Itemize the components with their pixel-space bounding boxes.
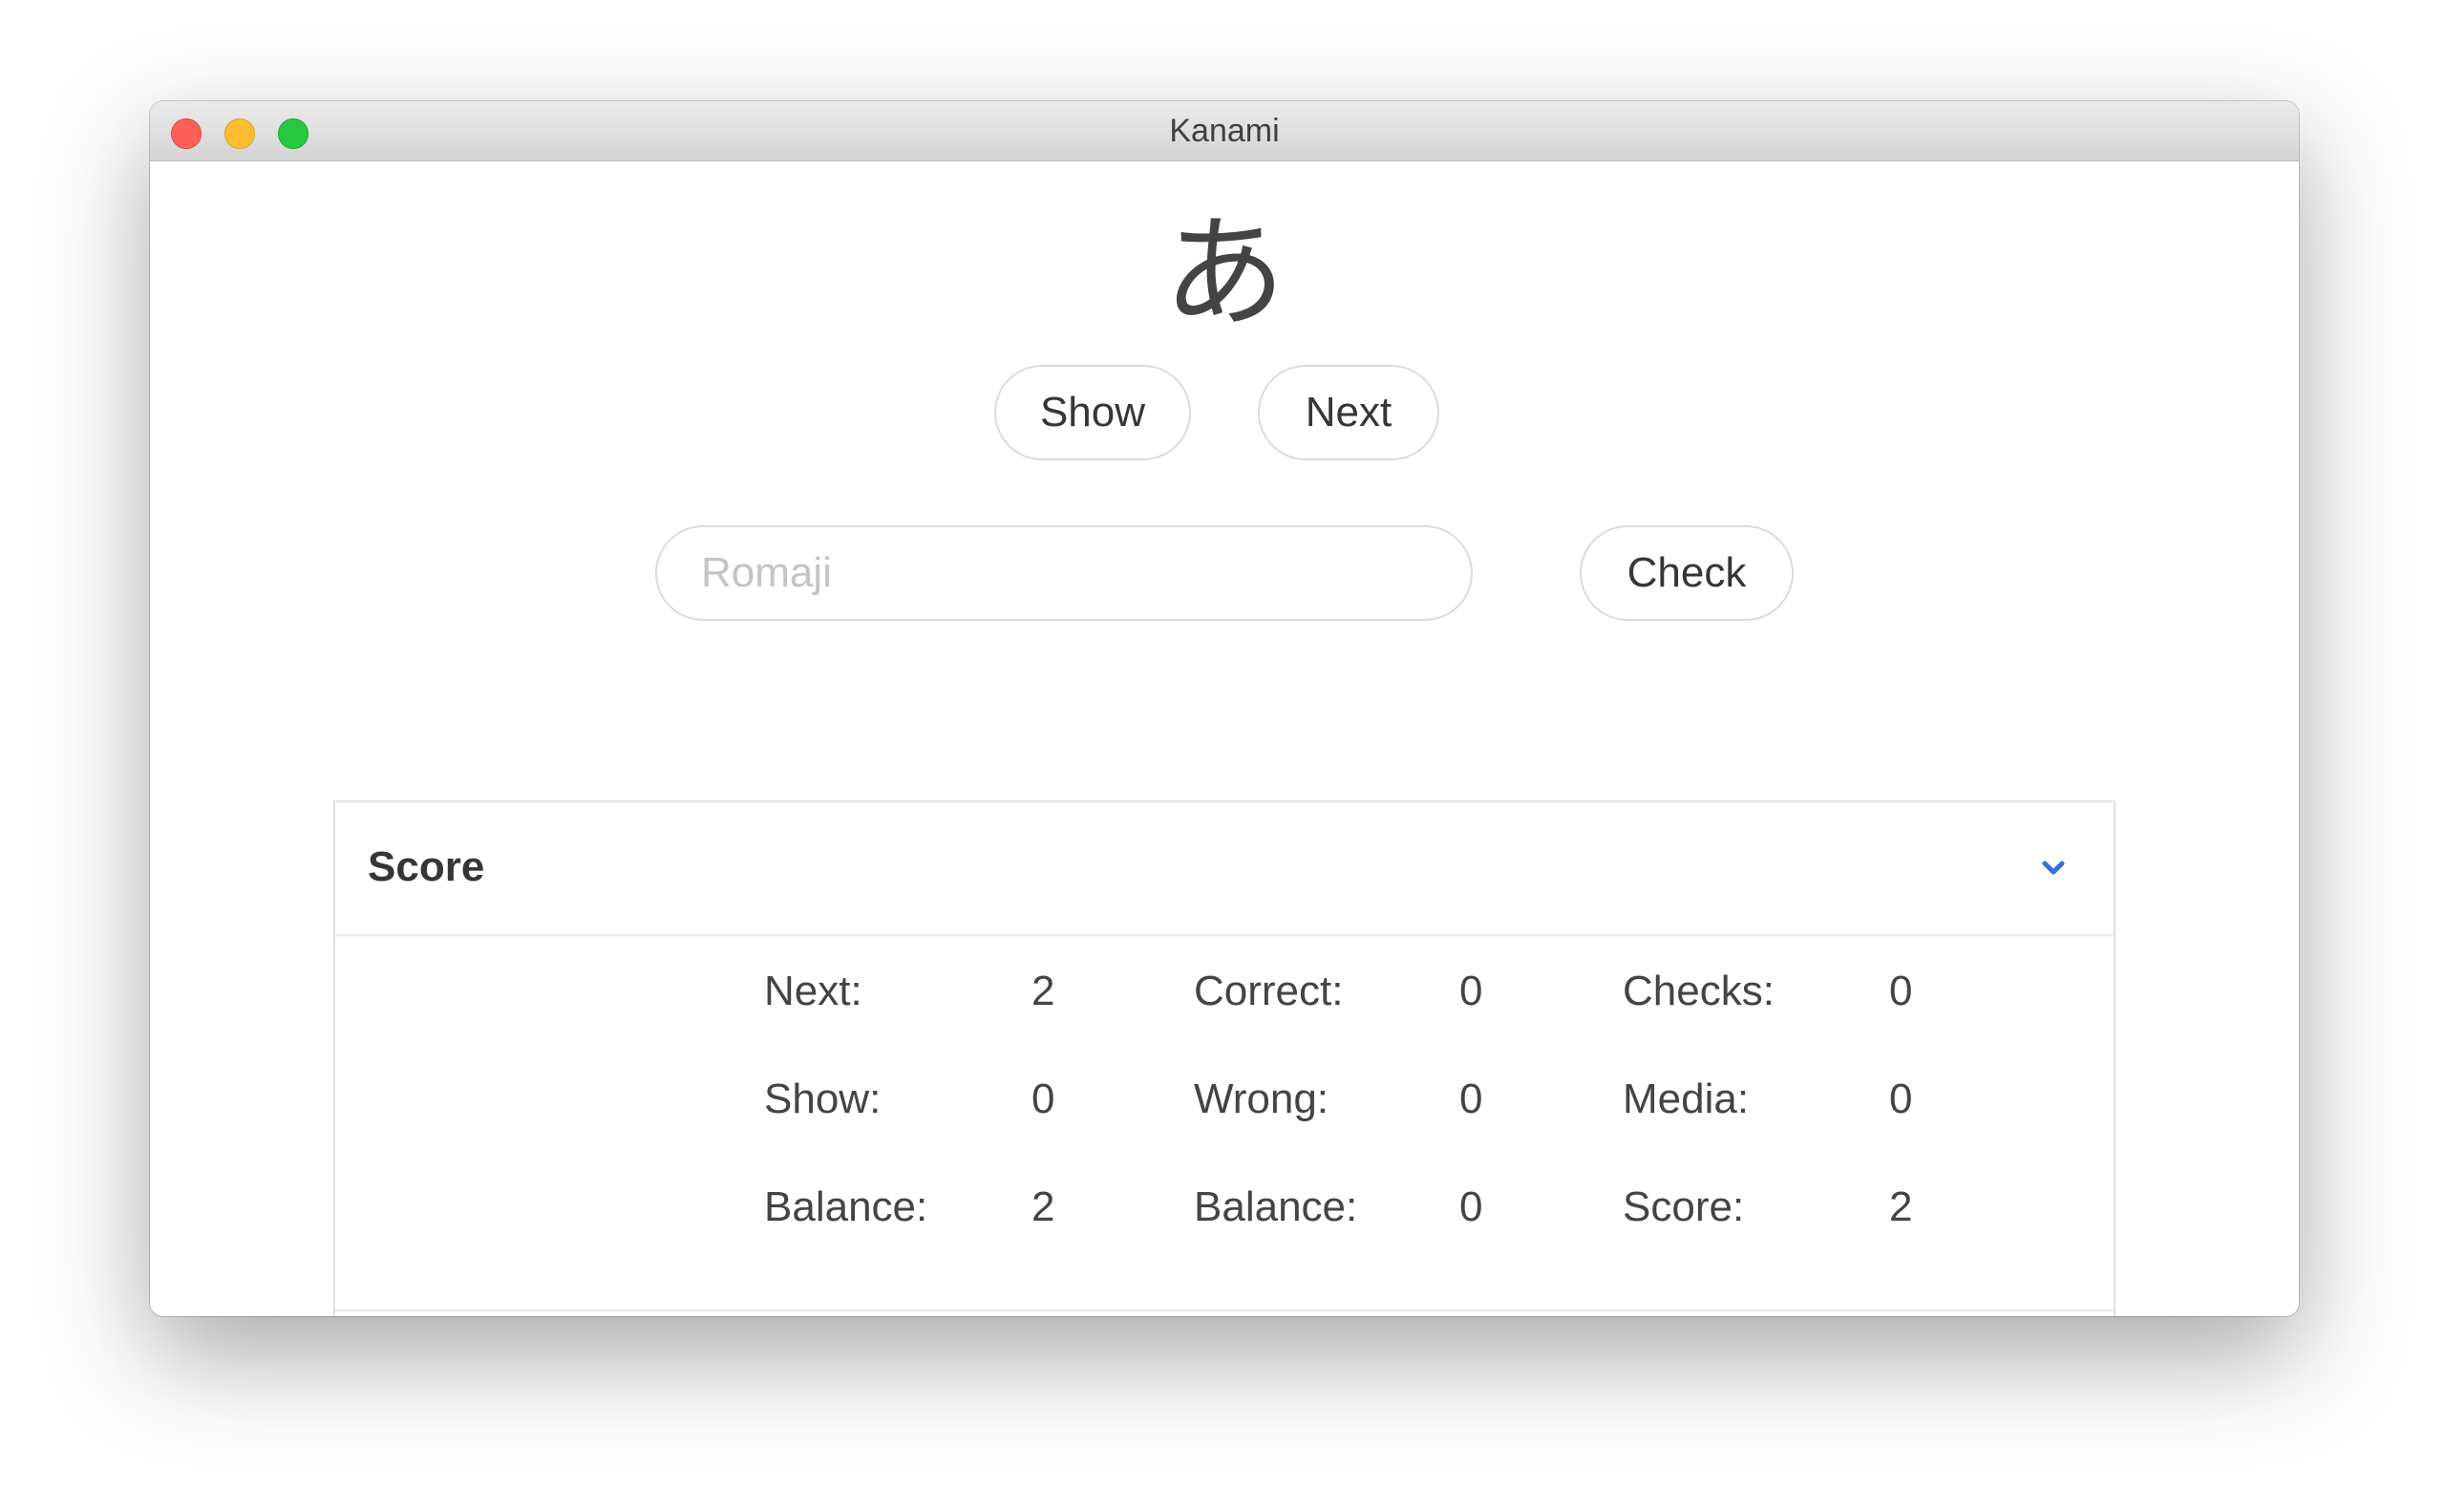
- stat-label-checks: Checks:: [1623, 968, 1775, 1014]
- chevron-down-icon[interactable]: [2039, 854, 2068, 883]
- stat-label-balance-1: Balance:: [764, 1183, 928, 1230]
- stat-value-wrong: 0: [1459, 1075, 1483, 1122]
- romaji-input[interactable]: [655, 525, 1473, 621]
- kana-character: あ: [1162, 202, 1286, 345]
- stat-label-balance-2: Balance:: [1194, 1183, 1358, 1230]
- stat-value-checks: 0: [1889, 968, 1913, 1014]
- stat-label-show: Show:: [764, 1075, 882, 1122]
- stat-label-score: Score:: [1623, 1183, 1745, 1230]
- main-content: あ Show Next Check Score Next: 2 Correct:…: [150, 161, 2299, 1316]
- collapsed-panel: [333, 1310, 2115, 1316]
- stat-value-next: 2: [1031, 968, 1055, 1014]
- stat-value-show: 0: [1031, 1075, 1055, 1122]
- title-bar[interactable]: Kanami: [150, 101, 2299, 161]
- stat-value-balance-1: 2: [1031, 1183, 1055, 1230]
- stat-value-balance-2: 0: [1459, 1183, 1483, 1230]
- score-panel: Score Next: 2 Correct: 0 Checks: 0 Show:…: [333, 800, 2115, 1316]
- check-button[interactable]: Check: [1580, 525, 1794, 621]
- app-window: Kanami あ Show Next Check Score Next: 2 C…: [150, 101, 2299, 1316]
- stat-label-media: Media:: [1623, 1075, 1750, 1122]
- stat-label-next: Next:: [764, 968, 862, 1014]
- score-panel-title: Score: [368, 843, 485, 890]
- stat-label-correct: Correct:: [1194, 968, 1344, 1014]
- score-panel-header[interactable]: Score: [335, 802, 2114, 936]
- stat-label-wrong: Wrong:: [1194, 1075, 1329, 1122]
- show-button[interactable]: Show: [994, 365, 1191, 460]
- stat-value-correct: 0: [1459, 968, 1483, 1014]
- next-button[interactable]: Next: [1258, 365, 1439, 460]
- stat-value-media: 0: [1889, 1075, 1913, 1122]
- score-stats: Next: 2 Correct: 0 Checks: 0 Show: 0 Wro…: [335, 934, 2114, 1316]
- stat-value-score: 2: [1889, 1183, 1913, 1230]
- window-title: Kanami: [1169, 113, 1280, 149]
